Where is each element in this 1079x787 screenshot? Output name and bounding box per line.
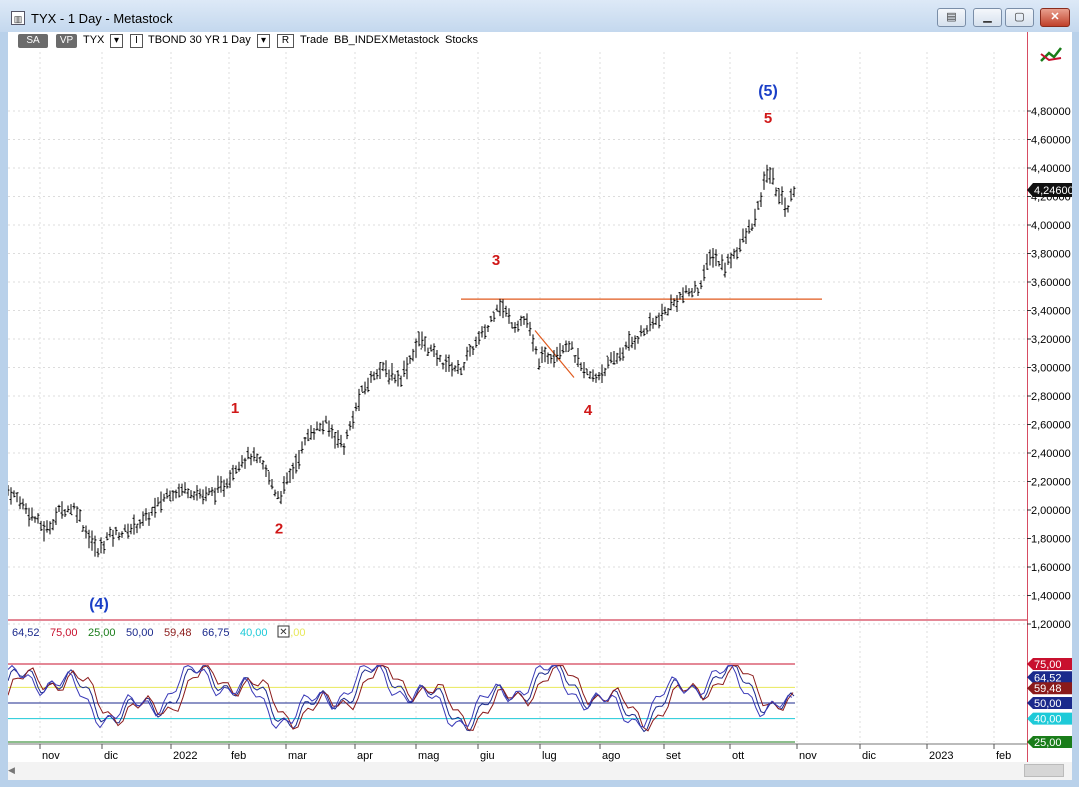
axis-label: 4,60000 <box>1031 135 1071 147</box>
indicator-axis-label: 40,00 <box>1034 714 1062 726</box>
indicator-axis-label: 50,00 <box>1034 698 1062 710</box>
indicator-value: 75,00 <box>50 627 78 639</box>
axis-label: 1,60000 <box>1031 562 1071 574</box>
app-window: ▥ TYX - 1 Day - Metastock ▤ ▁ ▢ ✕ SA VP … <box>0 0 1079 787</box>
time-axis: nov dic 2022 feb mar apr mag giu lug ago set ott nov… <box>8 743 1027 762</box>
restore-icon[interactable]: ▤ <box>937 8 966 27</box>
time-label: ott <box>732 750 744 762</box>
axis-label: 3,00000 <box>1031 363 1071 375</box>
axis-label: 3,20000 <box>1031 334 1071 346</box>
time-label: 2023 <box>929 750 953 762</box>
time-label: dic <box>104 750 119 762</box>
periodicity-dropdown-icon[interactable]: ▾ <box>257 34 270 48</box>
scroll-left-icon[interactable]: ◀ <box>8 765 20 777</box>
axis-label: 3,40000 <box>1031 306 1071 318</box>
axis-label: 2,40000 <box>1031 448 1071 460</box>
horizontal-scrollbar[interactable]: ◀ <box>8 762 1072 780</box>
info-button[interactable]: I <box>130 34 143 48</box>
resistance-line-group <box>461 298 822 378</box>
title-bar: ▥ TYX - 1 Day - Metastock ▤ ▁ ▢ ✕ <box>0 0 1079 32</box>
axis-label: 3,60000 <box>1031 277 1071 289</box>
indicator-value: 50,00 <box>126 627 154 639</box>
chart-canvas[interactable]: (4) 1 2 3 4 5 (5) 64,52 75,00 25,00 50,00 59,48 66,… <box>8 52 1027 762</box>
price-bars <box>8 164 796 558</box>
wave-5-label: 5 <box>764 110 772 127</box>
chart-toolbar: SA VP TYX ▾ I TBOND 30 YR 1 Day ▾ R Trad… <box>8 32 1027 52</box>
time-label: mar <box>288 750 307 762</box>
minimize-icon[interactable]: ▁ <box>973 8 1002 27</box>
axis-label: 2,00000 <box>1031 505 1071 517</box>
wave-4-prior-label: (4) <box>89 596 109 613</box>
indicator-axis-label: 75,00 <box>1034 659 1062 671</box>
axis-label: 1,80000 <box>1031 534 1071 546</box>
sa-button[interactable]: SA <box>18 34 48 48</box>
chart-icon: ▥ <box>11 11 25 25</box>
time-label: ago <box>602 750 620 762</box>
time-label: dic <box>862 750 877 762</box>
wave-1-label: 1 <box>231 400 239 417</box>
time-label: 2022 <box>173 750 197 762</box>
maximize-icon[interactable]: ▢ <box>1005 8 1034 27</box>
close-icon[interactable]: ✕ <box>1040 8 1070 27</box>
grid-lines <box>8 52 1027 742</box>
axis-label: 2,80000 <box>1031 391 1071 403</box>
time-label: nov <box>799 750 817 762</box>
axis-label: 1,40000 <box>1031 591 1071 603</box>
indicator-value: 40,00 <box>240 627 268 639</box>
time-label: feb <box>996 750 1011 762</box>
wave-2-label: 2 <box>275 521 283 538</box>
oscillator-panel <box>8 663 795 743</box>
window-title: TYX - 1 Day - Metastock <box>31 11 173 26</box>
metastock-link[interactable]: Metastock <box>389 34 439 46</box>
indicator-value: 64,52 <box>12 627 40 639</box>
indicator-axis-label: 25,00 <box>1034 737 1062 749</box>
indicator-legend: 64,52 75,00 25,00 50,00 59,48 66,75 40,00 60,00… <box>12 625 306 639</box>
time-label: feb <box>231 750 246 762</box>
refresh-button[interactable]: R <box>277 34 294 48</box>
axis-label: 4,80000 <box>1031 106 1071 118</box>
symbol-dropdown-icon[interactable]: ▾ <box>110 34 123 48</box>
time-label: nov <box>42 750 60 762</box>
indicator-value: 66,75 <box>202 627 230 639</box>
wave-4-label: 4 <box>584 402 593 419</box>
vp-button[interactable]: VP <box>56 34 77 48</box>
trade-link[interactable]: Trade <box>300 34 328 46</box>
time-label: lug <box>542 750 557 762</box>
scroll-thumb[interactable] <box>1024 764 1064 777</box>
axis-label: 3,80000 <box>1031 249 1071 261</box>
periodicity-label[interactable]: 1 Day <box>222 34 251 46</box>
axis-label: 4,40000 <box>1031 163 1071 175</box>
axis-label: 1,20000 <box>1031 619 1071 631</box>
security-name: TBOND 30 YR <box>148 34 220 46</box>
last-price-label: 4,24600 <box>1034 185 1072 197</box>
indicator-value: 59,48 <box>164 627 192 639</box>
time-label: mag <box>418 750 439 762</box>
indicator-axis-label: 59,48 <box>1034 683 1062 695</box>
stocks-link[interactable]: Stocks <box>445 34 478 46</box>
indicator-value: 25,00 <box>88 627 116 639</box>
wave-5-major-label: (5) <box>758 83 778 100</box>
time-label: giu <box>480 750 495 762</box>
wave-3-label: 3 <box>492 252 500 269</box>
time-label: set <box>666 750 681 762</box>
axis-label: 2,20000 <box>1031 477 1071 489</box>
chart-panel[interactable]: (4) 1 2 3 4 5 (5) 64,52 75,00 25,00 50,00 59,48 66,… <box>8 52 1027 762</box>
axis-label: 4,00000 <box>1031 220 1071 232</box>
chart-tools-icon <box>1040 47 1062 62</box>
time-label: apr <box>357 750 373 762</box>
price-axis-panel: 4,80000 4,60000 4,40000 4,20000 4,00000 3,800… <box>1027 32 1072 762</box>
bb-index-link[interactable]: BB_INDEX <box>334 34 388 46</box>
price-axis: 4,800004,600004,400004,200004,000003,800… <box>1027 32 1072 762</box>
axis-label: 2,60000 <box>1031 420 1071 432</box>
close-indicator-glyph: ✕ <box>279 627 287 638</box>
symbol-label[interactable]: TYX <box>83 34 104 46</box>
